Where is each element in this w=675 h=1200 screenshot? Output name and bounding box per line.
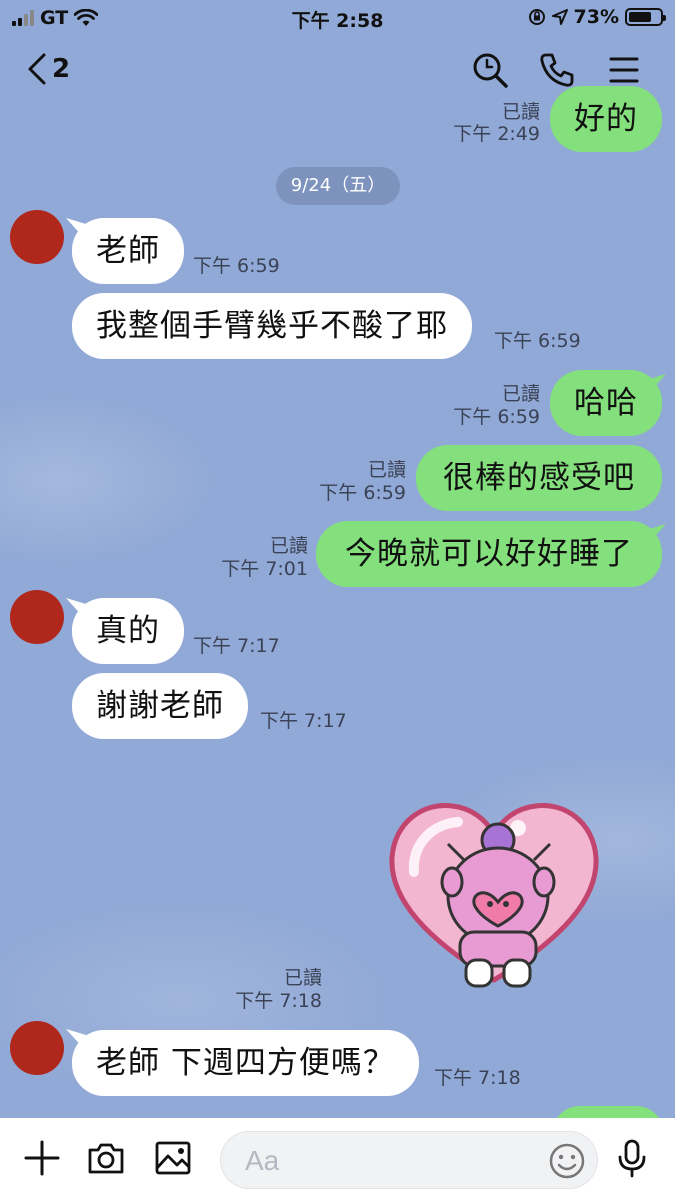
avatar[interactable] — [10, 590, 64, 644]
microphone-icon[interactable] — [612, 1138, 652, 1178]
back-button[interactable]: 2 — [26, 52, 70, 86]
message-time: 下午 7:01 — [221, 558, 308, 580]
message-time: 下午 6:59 — [319, 482, 406, 504]
message-bubble[interactable]: 謝謝老師 — [72, 673, 248, 739]
message-bubble[interactable]: 老師 — [72, 218, 184, 284]
battery-fill — [629, 12, 651, 22]
read-receipt: 已讀 — [283, 967, 322, 989]
orientation-lock-icon — [528, 9, 545, 25]
message-time: 下午 6:59 — [453, 406, 540, 428]
read-receipt: 已讀 — [501, 383, 540, 405]
message-bubble[interactable]: 我整個手臂幾乎不酸了耶 — [72, 293, 472, 359]
unread-count: 2 — [52, 54, 71, 84]
camera-icon[interactable] — [86, 1138, 126, 1178]
chevron-left-icon — [28, 53, 46, 85]
phone-icon[interactable] — [537, 50, 577, 90]
search-icon[interactable] — [470, 50, 510, 90]
composer-bar — [0, 1118, 675, 1200]
bubble-tail — [646, 524, 666, 544]
message-input[interactable] — [245, 1142, 535, 1180]
battery-icon — [625, 8, 666, 26]
message-bubble[interactable]: 很棒的感受吧 — [416, 445, 662, 511]
message-bubble[interactable]: 今晚就可以好好睡了 — [316, 521, 662, 587]
message-bubble[interactable]: 好的 — [550, 86, 662, 152]
message-time: 下午 7:17 — [193, 635, 280, 657]
status-right: 73% — [528, 6, 666, 28]
pink-character-heart-sticker[interactable] — [388, 800, 600, 992]
status-bar: GT 下午 2:58 73% — [0, 0, 675, 36]
location-icon — [551, 9, 568, 25]
message-time: 下午 7:17 — [260, 710, 347, 732]
message-bubble[interactable]: 老師 下週四方便嗎？ — [72, 1030, 419, 1096]
read-receipt: 已讀 — [501, 101, 540, 123]
read-receipt: 已讀 — [269, 535, 308, 557]
message-input-box[interactable] — [220, 1131, 598, 1189]
read-receipt: 已讀 — [367, 459, 406, 481]
menu-icon[interactable] — [604, 50, 644, 90]
plus-icon[interactable] — [22, 1138, 62, 1178]
message-time: 下午 7:18 — [235, 990, 322, 1012]
bubble-tail — [646, 374, 666, 394]
avatar[interactable] — [10, 210, 64, 264]
message-bubble[interactable]: 真的 — [72, 598, 184, 664]
avatar[interactable] — [10, 1021, 64, 1075]
message-time: 下午 6:59 — [494, 330, 581, 352]
message-time: 下午 6:59 — [193, 255, 280, 277]
message-time: 下午 2:49 — [453, 123, 540, 145]
emoji-icon[interactable] — [547, 1141, 587, 1181]
battery-percent: 73% — [573, 6, 619, 28]
message-time: 下午 7:18 — [434, 1067, 521, 1089]
date-separator: 9/24（五） — [276, 167, 400, 205]
image-icon[interactable] — [153, 1138, 193, 1178]
